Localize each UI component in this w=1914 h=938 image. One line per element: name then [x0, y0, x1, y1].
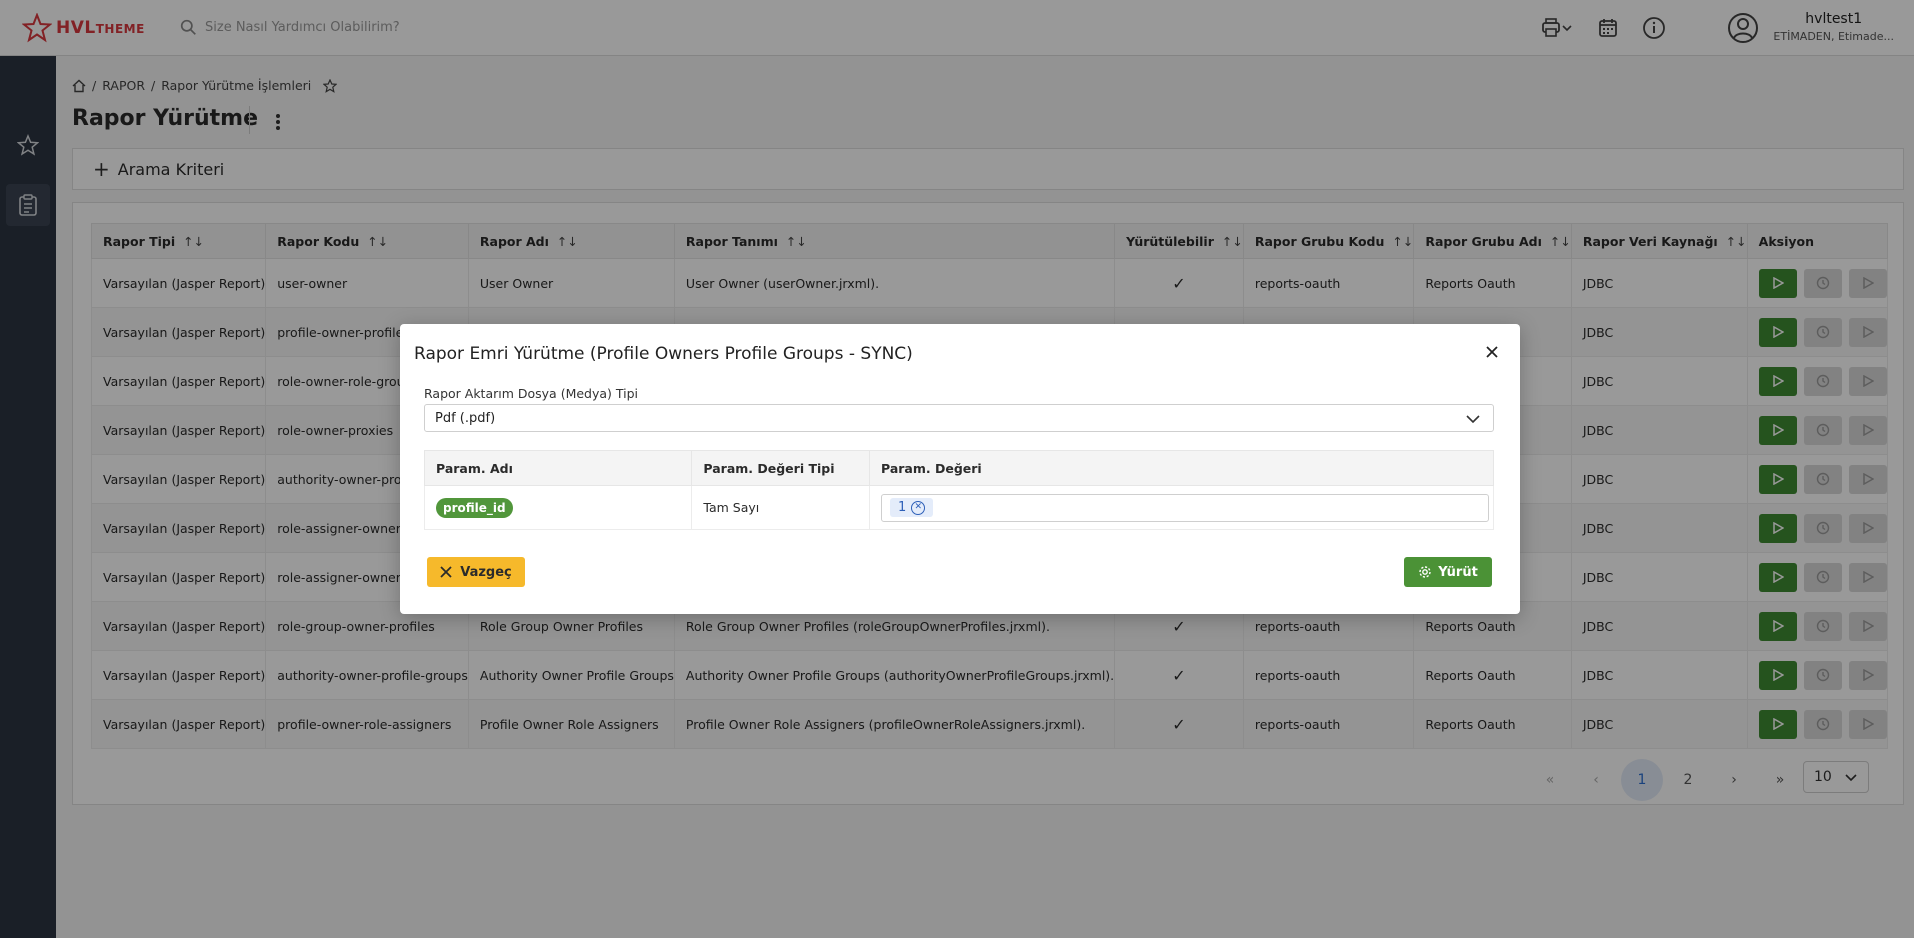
param-type: Tam Sayı: [691, 485, 870, 530]
media-type-select[interactable]: Pdf (.pdf): [424, 404, 1494, 432]
gear-icon: [1419, 566, 1431, 578]
close-icon[interactable]: [1480, 340, 1504, 364]
chevron-down-icon: [1466, 415, 1480, 424]
value-chip: 1 ✕: [890, 498, 934, 517]
column-header: Param. Değeri: [869, 450, 1494, 486]
dialog-title: Rapor Emri Yürütme (Profile Owners Profi…: [414, 344, 913, 364]
media-type-value: Pdf (.pdf): [435, 410, 496, 426]
parameter-table: Param. Adı Param. Değeri Tipi Param. Değ…: [423, 450, 1494, 530]
column-header: Param. Değeri Tipi: [691, 450, 870, 486]
parameter-header-row: Param. Adı Param. Değeri Tipi Param. Değ…: [423, 450, 1494, 486]
cancel-button[interactable]: Vazgeç: [427, 557, 525, 587]
execute-report-dialog: Rapor Emri Yürütme (Profile Owners Profi…: [400, 324, 1520, 614]
param-value-input[interactable]: 1 ✕: [881, 493, 1489, 522]
close-icon: [440, 566, 452, 578]
parameter-row: profile_id Tam Sayı 1 ✕: [423, 485, 1494, 530]
remove-chip-icon[interactable]: ✕: [911, 500, 926, 515]
column-header: Param. Adı: [423, 450, 693, 486]
media-type-label: Rapor Aktarım Dosya (Medya) Tipi: [424, 386, 639, 401]
param-name-tag: profile_id: [436, 497, 513, 518]
run-button[interactable]: Yürüt: [1404, 557, 1492, 587]
